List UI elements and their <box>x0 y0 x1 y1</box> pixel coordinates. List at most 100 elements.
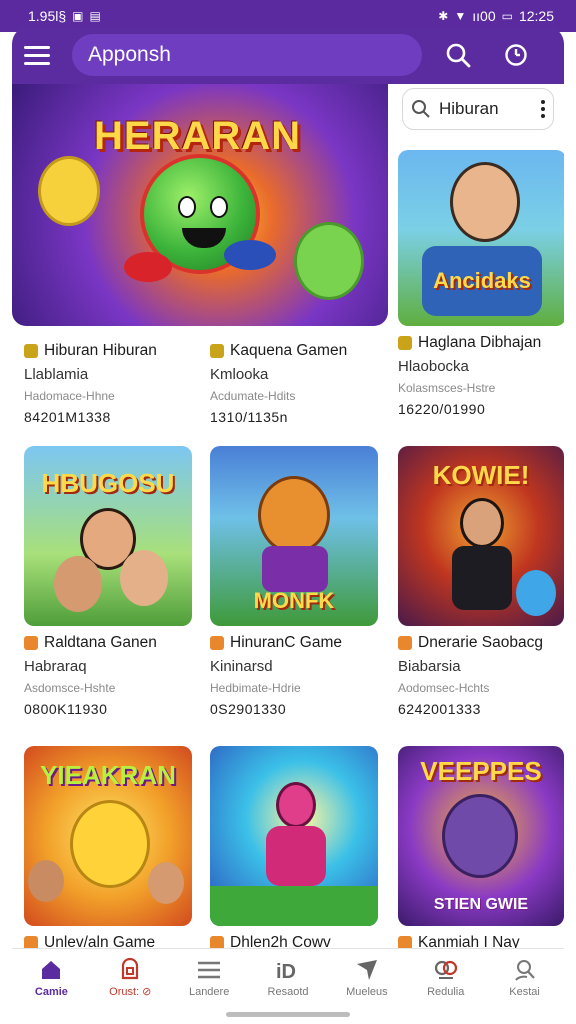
game-thumbnail: MONFK <box>210 446 378 626</box>
game-developer: Hedbimate-Hdrie <box>210 681 301 695</box>
game-thumbnail: YIEAKRAN <box>24 746 192 926</box>
game-badge-icon <box>398 936 412 948</box>
game-stats: 1310/1135n <box>210 409 288 425</box>
game-card[interactable]: Ancidaks Haglana Dibhajan Hlaobocka Kola… <box>398 150 564 417</box>
content-area: HERARAN Hiburan Hiburan Hiburan Llablami… <box>12 84 564 948</box>
game-card[interactable]: KOWIE! Dnerarie Saobacg Biabarsia Aodoms… <box>398 446 564 717</box>
app-title-search[interactable]: Apponsh <box>72 34 422 76</box>
notification-icon: ▣ <box>72 9 84 23</box>
gamepad-icon <box>434 960 457 979</box>
bottom-navigation: Camie Orust: ⊘ Landere iD Resaotd Mueleu… <box>12 948 564 1006</box>
game-subtitle: Hlaobocka <box>398 358 469 375</box>
game-card[interactable]: HBUGOSU Raldtana Ganen Habraraq Asdomsce… <box>24 446 192 717</box>
clock-icon[interactable] <box>496 35 536 75</box>
game-developer: Asdomsce-Hshte <box>24 681 116 695</box>
nav-label: Kestai <box>509 985 540 998</box>
status-time-right: 12:25 <box>518 8 554 24</box>
game-subtitle: Kmlooka <box>210 366 269 383</box>
game-banner-text: Ancidaks <box>433 268 531 293</box>
app-bar: Apponsh <box>12 26 564 84</box>
hero-character-green <box>294 222 364 300</box>
nav-item-collection[interactable]: Orust: ⊘ <box>91 949 170 1006</box>
side-search-field[interactable]: Hiburan <box>402 88 554 130</box>
game-developer: Aodomsec-Hchts <box>398 681 490 695</box>
game-card[interactable]: YIEAKRAN Unlev/aln Game <box>24 746 192 948</box>
game-card[interactable]: Dhlen2h Cowv <box>210 746 378 948</box>
hero-disc-blue <box>224 240 276 270</box>
game-title: Dhlen2h Cowv <box>230 934 331 948</box>
game-card[interactable]: Hiburan Hiburan Llablamia Hadomace-Hhne … <box>24 334 192 425</box>
game-subtitle: Biabarsia <box>398 658 461 675</box>
game-stats: 16220/01990 <box>398 401 486 417</box>
nav-item-list[interactable]: Landere <box>170 949 249 1006</box>
nav-label: Mueleus <box>346 985 388 998</box>
collection-icon <box>122 957 139 980</box>
game-thumbnail: Ancidaks <box>398 150 564 326</box>
game-banner-subtext: STIEN GWIE <box>433 896 529 913</box>
nav-item-id[interactable]: iD Resaotd <box>249 949 328 1006</box>
game-stats: 84201M1338 <box>24 409 111 425</box>
search-icon <box>412 100 430 118</box>
send-icon <box>356 959 377 980</box>
game-stats: 0S2901330 <box>210 701 287 717</box>
game-developer: Hadomace-Hhne <box>24 389 115 403</box>
wifi-icon: ▼ <box>454 9 467 23</box>
nav-label: Orust: ⊘ <box>109 986 152 998</box>
game-stats: 0800K11930 <box>24 701 108 717</box>
game-badge-icon <box>210 636 224 650</box>
hero-title: HERARAN <box>94 114 301 158</box>
svg-text:iD: iD <box>276 961 296 982</box>
home-indicator[interactable] <box>226 1012 350 1017</box>
nav-item-profile[interactable]: Kestai <box>485 949 564 1006</box>
menu-icon[interactable] <box>24 38 58 72</box>
game-title: Unlev/aln Game <box>44 934 156 948</box>
game-badge-icon <box>24 636 38 650</box>
search-icon[interactable] <box>438 35 478 75</box>
game-title: Kaquena Gamen <box>230 342 348 359</box>
game-badge-icon <box>24 936 38 948</box>
game-subtitle: Habraraq <box>24 658 87 675</box>
game-banner-text: MONFK <box>253 588 335 613</box>
game-developer: Kolasmsces-Hstre <box>398 381 496 395</box>
game-card[interactable]: MONFK HinuranC Game Kininarsd Hedbimate-… <box>210 446 378 717</box>
game-badge-icon <box>24 344 38 358</box>
bluetooth-icon: ✱ <box>438 9 449 23</box>
game-stats: 6242001333 <box>398 701 481 717</box>
app-icon: ▤ <box>89 9 101 23</box>
nav-label: Camie <box>34 985 68 998</box>
game-developer: Acdumate-Hdits <box>210 389 296 403</box>
game-card[interactable]: VEEPPES STIEN GWIE Kanmiah I Nay <box>398 746 564 948</box>
game-banner-text: KOWIE! <box>432 460 530 490</box>
list-icon <box>198 961 221 978</box>
game-subtitle: Llablamia <box>24 366 89 383</box>
game-banner-text: VEEPPES <box>420 756 542 786</box>
game-title: Haglana Dibhajan <box>418 334 542 351</box>
game-thumbnail: HBUGOSU <box>24 446 192 626</box>
app-title: Apponsh <box>88 43 171 66</box>
home-icon <box>42 960 61 979</box>
game-title: HinuranC Game <box>230 634 342 651</box>
profile-icon <box>514 959 535 981</box>
side-search-value: Hiburan <box>439 99 499 118</box>
game-title: Kanmiah I Nay <box>418 934 520 948</box>
game-title: Dnerarie Saobacg <box>418 634 543 651</box>
nav-label: Redulia <box>427 985 465 998</box>
nav-item-home[interactable]: Camie <box>12 949 91 1006</box>
game-banner-text: HBUGOSU <box>41 468 175 498</box>
game-title: Raldtana Ganen <box>44 634 157 651</box>
nav-item-gamepad[interactable]: Redulia <box>406 949 485 1006</box>
game-card[interactable]: Kaquena Gamen Kmlooka Acdumate-Hdits 131… <box>210 334 378 425</box>
nav-label: Landere <box>188 985 230 998</box>
game-subtitle: Kininarsd <box>210 658 273 675</box>
hero-banner[interactable]: HERARAN <box>12 84 388 326</box>
game-banner-text: YIEAKRAN <box>40 760 176 790</box>
game-badge-icon <box>210 344 224 358</box>
game-thumbnail: VEEPPES STIEN GWIE <box>398 746 564 926</box>
game-thumbnail: KOWIE! <box>398 446 564 626</box>
more-options-icon[interactable] <box>541 100 545 118</box>
nav-label: Resaotd <box>267 985 309 998</box>
hero-character-yellow <box>38 156 100 226</box>
nav-item-send[interactable]: Mueleus <box>327 949 406 1006</box>
battery-icon: ▭ <box>501 9 513 23</box>
game-badge-icon <box>398 336 412 350</box>
